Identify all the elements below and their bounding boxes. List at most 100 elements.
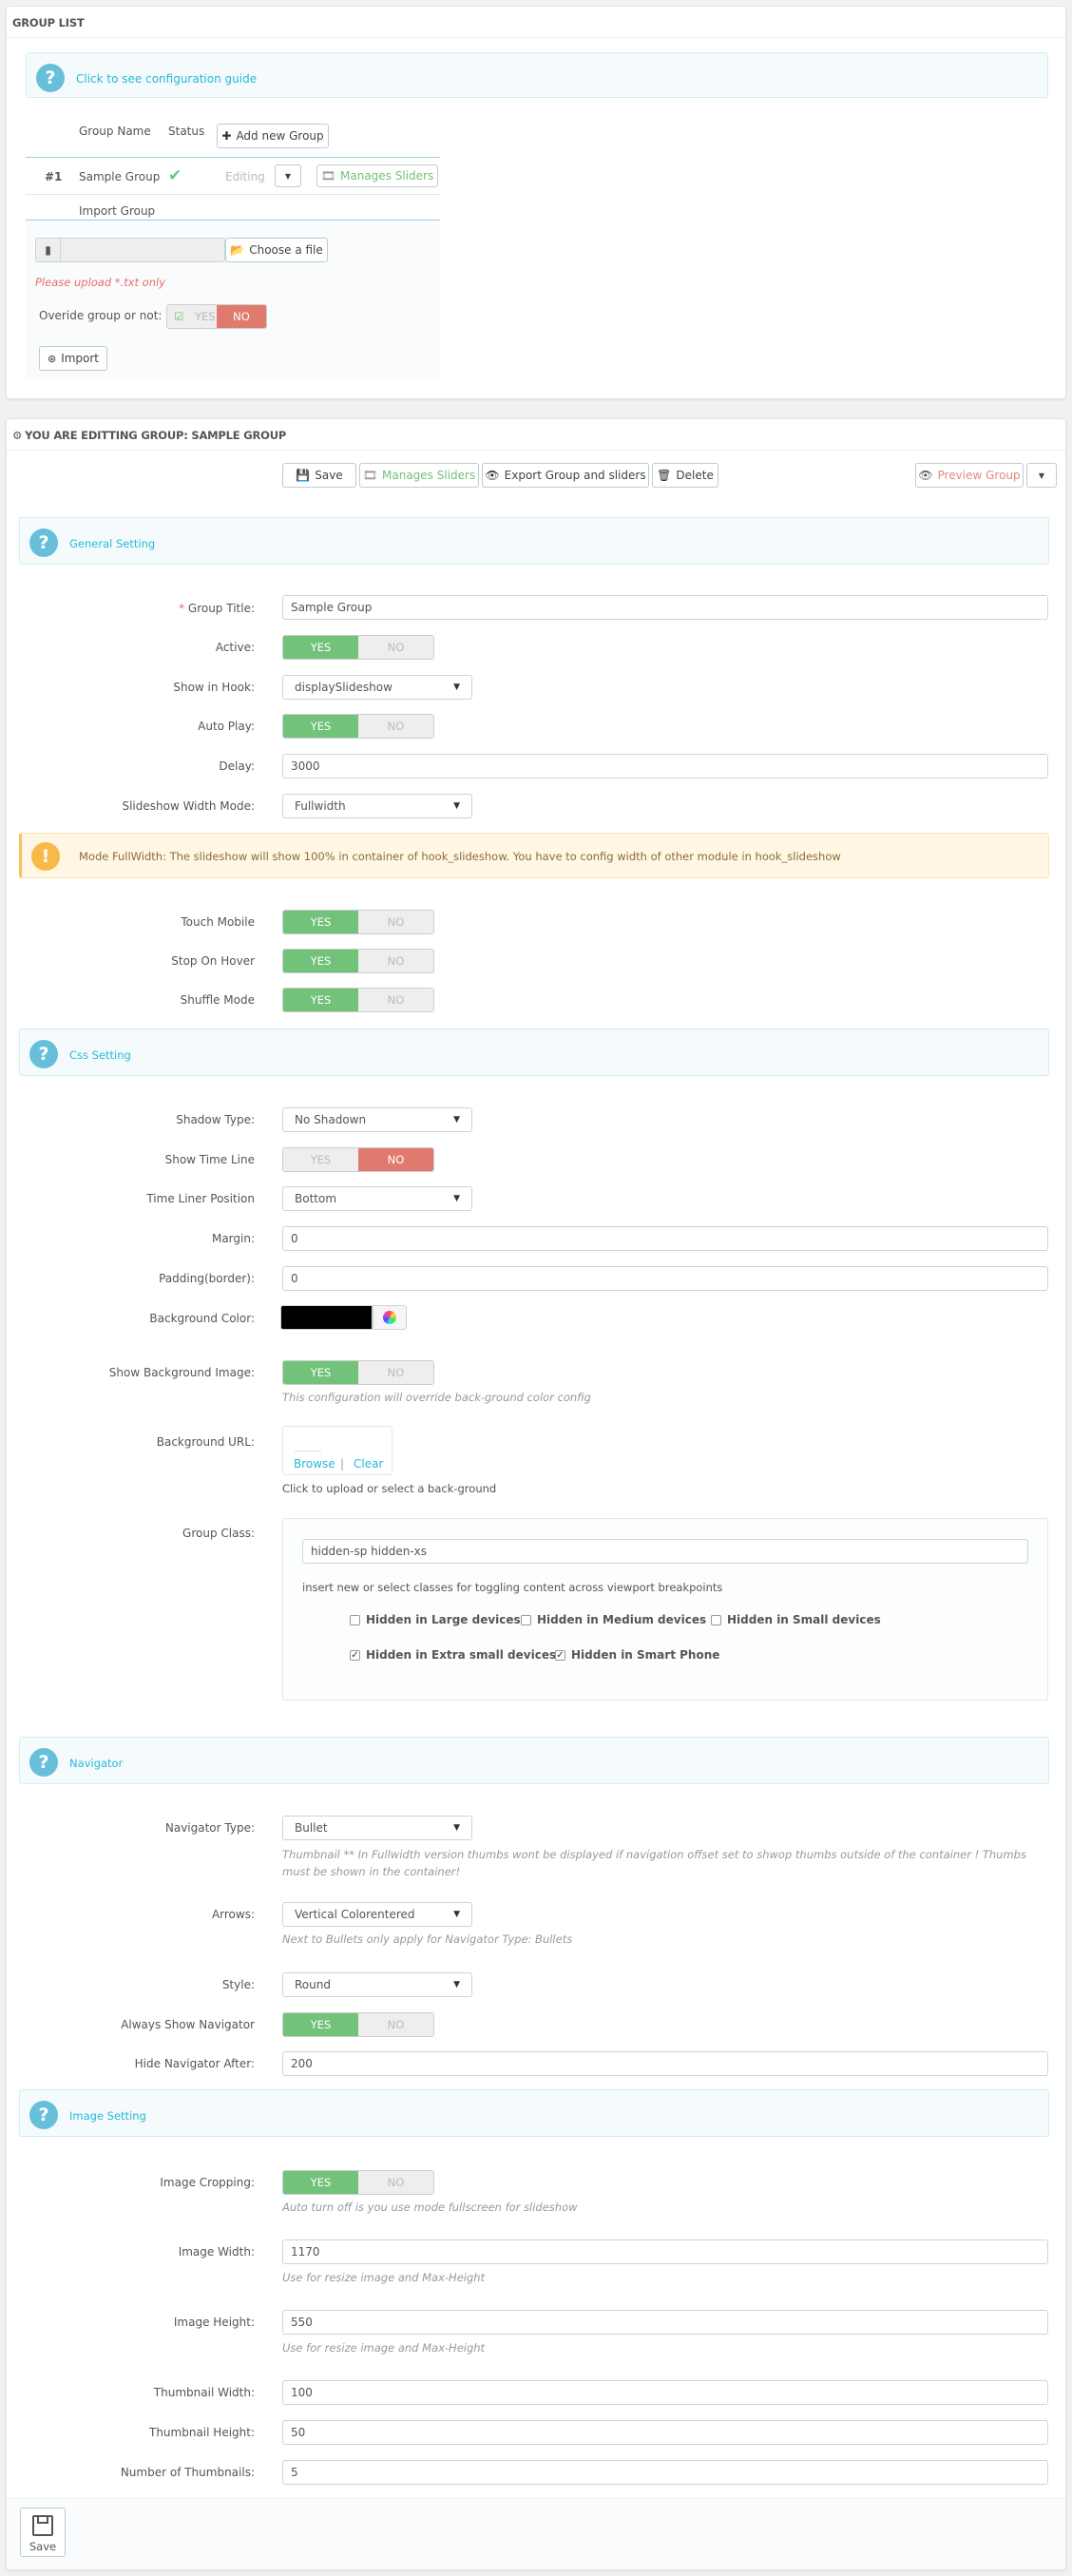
num-thumbs-input[interactable]: 5 <box>282 2460 1048 2485</box>
choose-file-button[interactable]: 📂 Choose a file <box>225 238 328 262</box>
checkbox-box[interactable] <box>521 1614 531 1625</box>
hidden-medium-checkbox[interactable]: Hidden in Medium devices <box>521 1613 706 1626</box>
group-class-box: hidden-sp hidden-xs insert new or select… <box>282 1518 1048 1701</box>
export-button[interactable]: 👁 Export Group and sliders <box>482 463 649 488</box>
manages-sliders-toolbar-button[interactable]: 🎞 Manages Sliders <box>359 463 479 488</box>
auto-play-label: Auto Play: <box>198 720 255 733</box>
css-setting-header: ? Css Setting <box>19 1028 1049 1076</box>
row-dropdown-button[interactable]: ▼ <box>275 164 301 187</box>
add-group-button[interactable]: ✚ Add new Group <box>217 124 329 148</box>
question-icon: ? <box>29 1040 58 1068</box>
delay-label: Delay: <box>219 759 255 773</box>
eye-icon: 👁 <box>918 469 933 482</box>
bg-color-swatch[interactable] <box>280 1305 373 1330</box>
checkbox-box[interactable] <box>350 1614 360 1625</box>
save-button[interactable]: 💾 Save <box>282 463 356 488</box>
shadow-type-select[interactable]: No Shadown ▼ <box>282 1107 472 1132</box>
show-bg-image-yes[interactable]: YES <box>283 1361 358 1384</box>
override-no[interactable]: NO <box>217 305 266 328</box>
col-status: Status <box>168 125 205 138</box>
image-height-label: Image Height: <box>173 2316 255 2329</box>
bg-image-placeholder <box>295 1438 321 1451</box>
hidden-xsmall-checkbox[interactable]: ✓ Hidden in Extra small devices <box>350 1648 556 1662</box>
group-list-title: GROUP LIST <box>12 16 85 29</box>
show-in-hook-select[interactable]: displaySlideshow ▼ <box>282 675 472 700</box>
preview-dropdown-button[interactable]: ▼ <box>1026 463 1057 488</box>
footer-save-button[interactable]: Save <box>20 2508 66 2557</box>
override-toggle[interactable]: ☑ YES NO <box>166 304 267 329</box>
padding-input[interactable]: 0 <box>282 1266 1048 1291</box>
image-width-help: Use for resize image and Max-Height <box>282 2271 486 2284</box>
import-button[interactable]: ⊛ Import <box>39 346 107 371</box>
color-picker-button[interactable] <box>373 1305 407 1330</box>
thumb-width-input[interactable]: 100 <box>282 2380 1048 2405</box>
hidden-large-checkbox[interactable]: Hidden in Large devices <box>350 1613 521 1626</box>
image-crop-no[interactable]: NO <box>358 2171 433 2194</box>
always-nav-no[interactable]: NO <box>358 2013 433 2036</box>
browse-link[interactable]: Browse <box>294 1457 335 1471</box>
shuffle-toggle[interactable]: YES NO <box>282 988 434 1012</box>
caret-down-icon: ▼ <box>453 1194 460 1203</box>
active-no[interactable]: NO <box>358 636 433 659</box>
image-crop-yes[interactable]: YES <box>283 2171 358 2194</box>
image-width-input[interactable]: 1170 <box>282 2240 1048 2264</box>
checkbox-box[interactable] <box>711 1614 721 1625</box>
group-class-help: insert new or select classes for togglin… <box>302 1581 723 1594</box>
general-setting-title: General Setting <box>69 537 156 550</box>
show-timeline-yes[interactable]: YES <box>283 1148 358 1171</box>
bg-url-label: Background URL: <box>156 1435 255 1449</box>
guide-link[interactable]: Click to see configuration guide <box>76 72 257 86</box>
group-title-input[interactable]: Sample Group <box>282 595 1048 620</box>
arrows-select[interactable]: Vertical Colorentered ▼ <box>282 1902 472 1927</box>
num-thumbs-label: Number of Thumbnails: <box>120 2466 255 2479</box>
touch-mobile-label: Touch Mobile <box>181 915 255 929</box>
thumb-height-input[interactable]: 50 <box>282 2420 1048 2445</box>
shuffle-label: Shuffle Mode <box>180 993 255 1007</box>
hidden-phone-checkbox[interactable]: ✓ Hidden in Smart Phone <box>555 1648 719 1662</box>
checkbox-checked[interactable]: ✓ <box>555 1649 565 1661</box>
clear-link[interactable]: Clear <box>354 1457 383 1471</box>
show-bg-image-toggle[interactable]: YES NO <box>282 1360 434 1385</box>
manages-sliders-button[interactable]: 🎞 Manages Sliders <box>316 164 438 187</box>
group-row[interactable]: #1 Sample Group ✔ Editing ▼ 🎞 Manages Sli… <box>26 157 440 195</box>
stop-hover-no[interactable]: NO <box>358 950 433 972</box>
auto-play-yes[interactable]: YES <box>283 715 358 738</box>
preview-group-button[interactable]: 👁 Preview Group <box>915 463 1024 488</box>
checkbox-checked[interactable]: ✓ <box>350 1649 360 1661</box>
delay-input[interactable]: 3000 <box>282 754 1048 779</box>
image-height-input[interactable]: 550 <box>282 2310 1048 2335</box>
thumb-height-label: Thumbnail Height: <box>149 2426 255 2439</box>
hide-nav-input[interactable]: 200 <box>282 2051 1048 2076</box>
caret-down-icon: ▼ <box>453 1910 460 1919</box>
group-class-input[interactable]: hidden-sp hidden-xs <box>302 1539 1028 1564</box>
shuffle-yes[interactable]: YES <box>283 989 358 1011</box>
circle-arrow-icon: ⊛ <box>47 352 57 365</box>
folder-icon: 📂 <box>230 243 245 257</box>
show-timeline-no[interactable]: NO <box>358 1148 433 1171</box>
shuffle-no[interactable]: NO <box>358 989 433 1011</box>
timeliner-pos-label: Time Liner Position <box>146 1192 255 1205</box>
hidden-small-checkbox[interactable]: Hidden in Small devices <box>711 1613 881 1626</box>
show-timeline-toggle[interactable]: YES NO <box>282 1147 434 1172</box>
always-nav-yes[interactable]: YES <box>283 2013 358 2036</box>
touch-mobile-no[interactable]: NO <box>358 911 433 933</box>
file-input[interactable]: ▮ <box>35 238 225 262</box>
touch-mobile-yes[interactable]: YES <box>283 911 358 933</box>
margin-input[interactable]: 0 <box>282 1226 1048 1251</box>
delete-button[interactable]: 🗑 Delete <box>652 463 718 488</box>
style-select[interactable]: Round ▼ <box>282 1972 472 1997</box>
auto-play-no[interactable]: NO <box>358 715 433 738</box>
show-bg-image-no[interactable]: NO <box>358 1361 433 1384</box>
touch-mobile-toggle[interactable]: YES NO <box>282 910 434 934</box>
always-nav-toggle[interactable]: YES NO <box>282 2012 434 2037</box>
width-mode-select[interactable]: Fullwidth ▼ <box>282 794 472 818</box>
auto-play-toggle[interactable]: YES NO <box>282 714 434 739</box>
override-yes[interactable]: ☑ YES <box>167 305 217 328</box>
active-yes[interactable]: YES <box>283 636 358 659</box>
stop-hover-yes[interactable]: YES <box>283 950 358 972</box>
active-toggle[interactable]: YES NO <box>282 635 434 660</box>
stop-hover-toggle[interactable]: YES NO <box>282 949 434 973</box>
timeliner-pos-select[interactable]: Bottom ▼ <box>282 1186 472 1211</box>
image-crop-toggle[interactable]: YES NO <box>282 2170 434 2195</box>
nav-type-select[interactable]: Bullet ▼ <box>282 1816 472 1840</box>
